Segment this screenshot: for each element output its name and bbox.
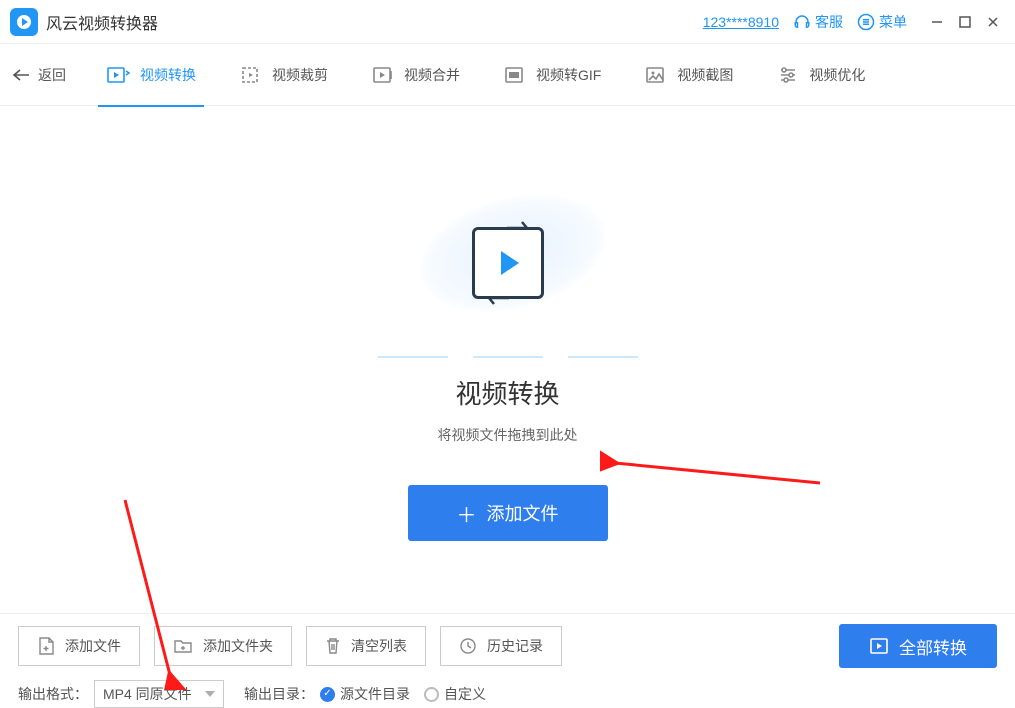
tab-video-gif[interactable]: 视频转GIF — [504, 44, 601, 106]
back-label: 返回 — [38, 65, 66, 85]
drop-subtitle: 将视频文件拖拽到此处 — [438, 425, 578, 445]
add-file-center-button[interactable]: ＋ 添加文件 — [408, 485, 608, 541]
add-file-button[interactable]: 添加文件 — [18, 626, 140, 666]
history-button[interactable]: 历史记录 — [440, 626, 562, 666]
sliders-icon — [777, 65, 799, 85]
folder-plus-icon — [173, 637, 193, 655]
merge-icon — [372, 65, 394, 85]
file-plus-icon — [37, 636, 55, 656]
obtn-label: 添加文件夹 — [203, 636, 273, 656]
bottom-bar: 添加文件 添加文件夹 清空列表 历史记录 全部转换 输出格式： MP4 同原文件… — [0, 613, 1015, 703]
menu-label: 菜单 — [879, 12, 907, 32]
obtn-label: 添加文件 — [65, 636, 121, 656]
tab-video-optimize[interactable]: 视频优化 — [777, 44, 865, 106]
clear-list-button[interactable]: 清空列表 — [306, 626, 426, 666]
maximize-button[interactable] — [953, 10, 977, 34]
tab-label: 视频合并 — [404, 65, 460, 85]
drop-title: 视频转换 — [455, 374, 559, 411]
add-file-label: 添加文件 — [487, 500, 559, 526]
minimize-button[interactable] — [925, 10, 949, 34]
format-value: MP4 同原文件 — [103, 684, 192, 704]
add-folder-button[interactable]: 添加文件夹 — [154, 626, 292, 666]
radio-source-dir[interactable]: 源文件目录 — [320, 684, 410, 704]
close-button[interactable] — [981, 10, 1005, 34]
convert-all-label: 全部转换 — [899, 634, 967, 659]
outdir-label: 输出目录： — [244, 684, 314, 704]
radio-label: 源文件目录 — [340, 684, 410, 704]
tab-video-crop[interactable]: 视频裁剪 — [240, 44, 328, 106]
radio-custom-dir[interactable]: 自定义 — [424, 684, 486, 704]
screenshot-icon — [645, 65, 667, 85]
tab-label: 视频转GIF — [536, 65, 601, 85]
drop-zone[interactable]: 视频转换 将视频文件拖拽到此处 ＋ 添加文件 — [0, 106, 1015, 613]
tabbar: 返回 视频转换 视频裁剪 视频合并 视频转GIF 视频截图 视频优化 — [0, 44, 1015, 106]
radio-dot-icon — [320, 687, 335, 702]
tab-video-convert[interactable]: 视频转换 — [106, 44, 196, 106]
tab-video-merge[interactable]: 视频合并 — [372, 44, 460, 106]
clock-icon — [459, 637, 477, 655]
list-icon — [857, 13, 875, 31]
tab-label: 视频转换 — [140, 65, 196, 85]
obtn-label: 清空列表 — [351, 636, 407, 656]
app-logo — [10, 8, 38, 36]
menu-button[interactable]: 菜单 — [857, 12, 907, 32]
play-box-icon — [869, 637, 889, 655]
phone-number[interactable]: 123****8910 — [703, 14, 779, 30]
plus-icon: ＋ — [457, 499, 477, 528]
format-label: 输出格式： — [18, 684, 88, 704]
back-arrow-icon — [12, 68, 30, 82]
titlebar: 风云视频转换器 123****8910 客服 菜单 — [0, 0, 1015, 44]
obtn-label: 历史记录 — [487, 636, 543, 656]
support-button[interactable]: 客服 — [793, 12, 843, 32]
support-label: 客服 — [815, 12, 843, 32]
headset-icon — [793, 13, 811, 31]
convert-icon — [106, 65, 130, 85]
radio-dot-icon — [424, 687, 439, 702]
tab-label: 视频裁剪 — [272, 65, 328, 85]
gif-icon — [504, 65, 526, 85]
tab-video-screenshot[interactable]: 视频截图 — [645, 44, 733, 106]
radio-label: 自定义 — [444, 684, 486, 704]
trash-icon — [325, 636, 341, 656]
drop-illustration — [408, 178, 608, 348]
tab-label: 视频截图 — [677, 65, 733, 85]
tab-label: 视频优化 — [809, 65, 865, 85]
back-button[interactable]: 返回 — [12, 65, 66, 85]
format-select[interactable]: MP4 同原文件 — [94, 680, 224, 708]
convert-all-button[interactable]: 全部转换 — [839, 624, 997, 668]
chevron-down-icon — [205, 691, 215, 697]
crop-icon — [240, 65, 262, 85]
app-title: 风云视频转换器 — [46, 10, 158, 34]
